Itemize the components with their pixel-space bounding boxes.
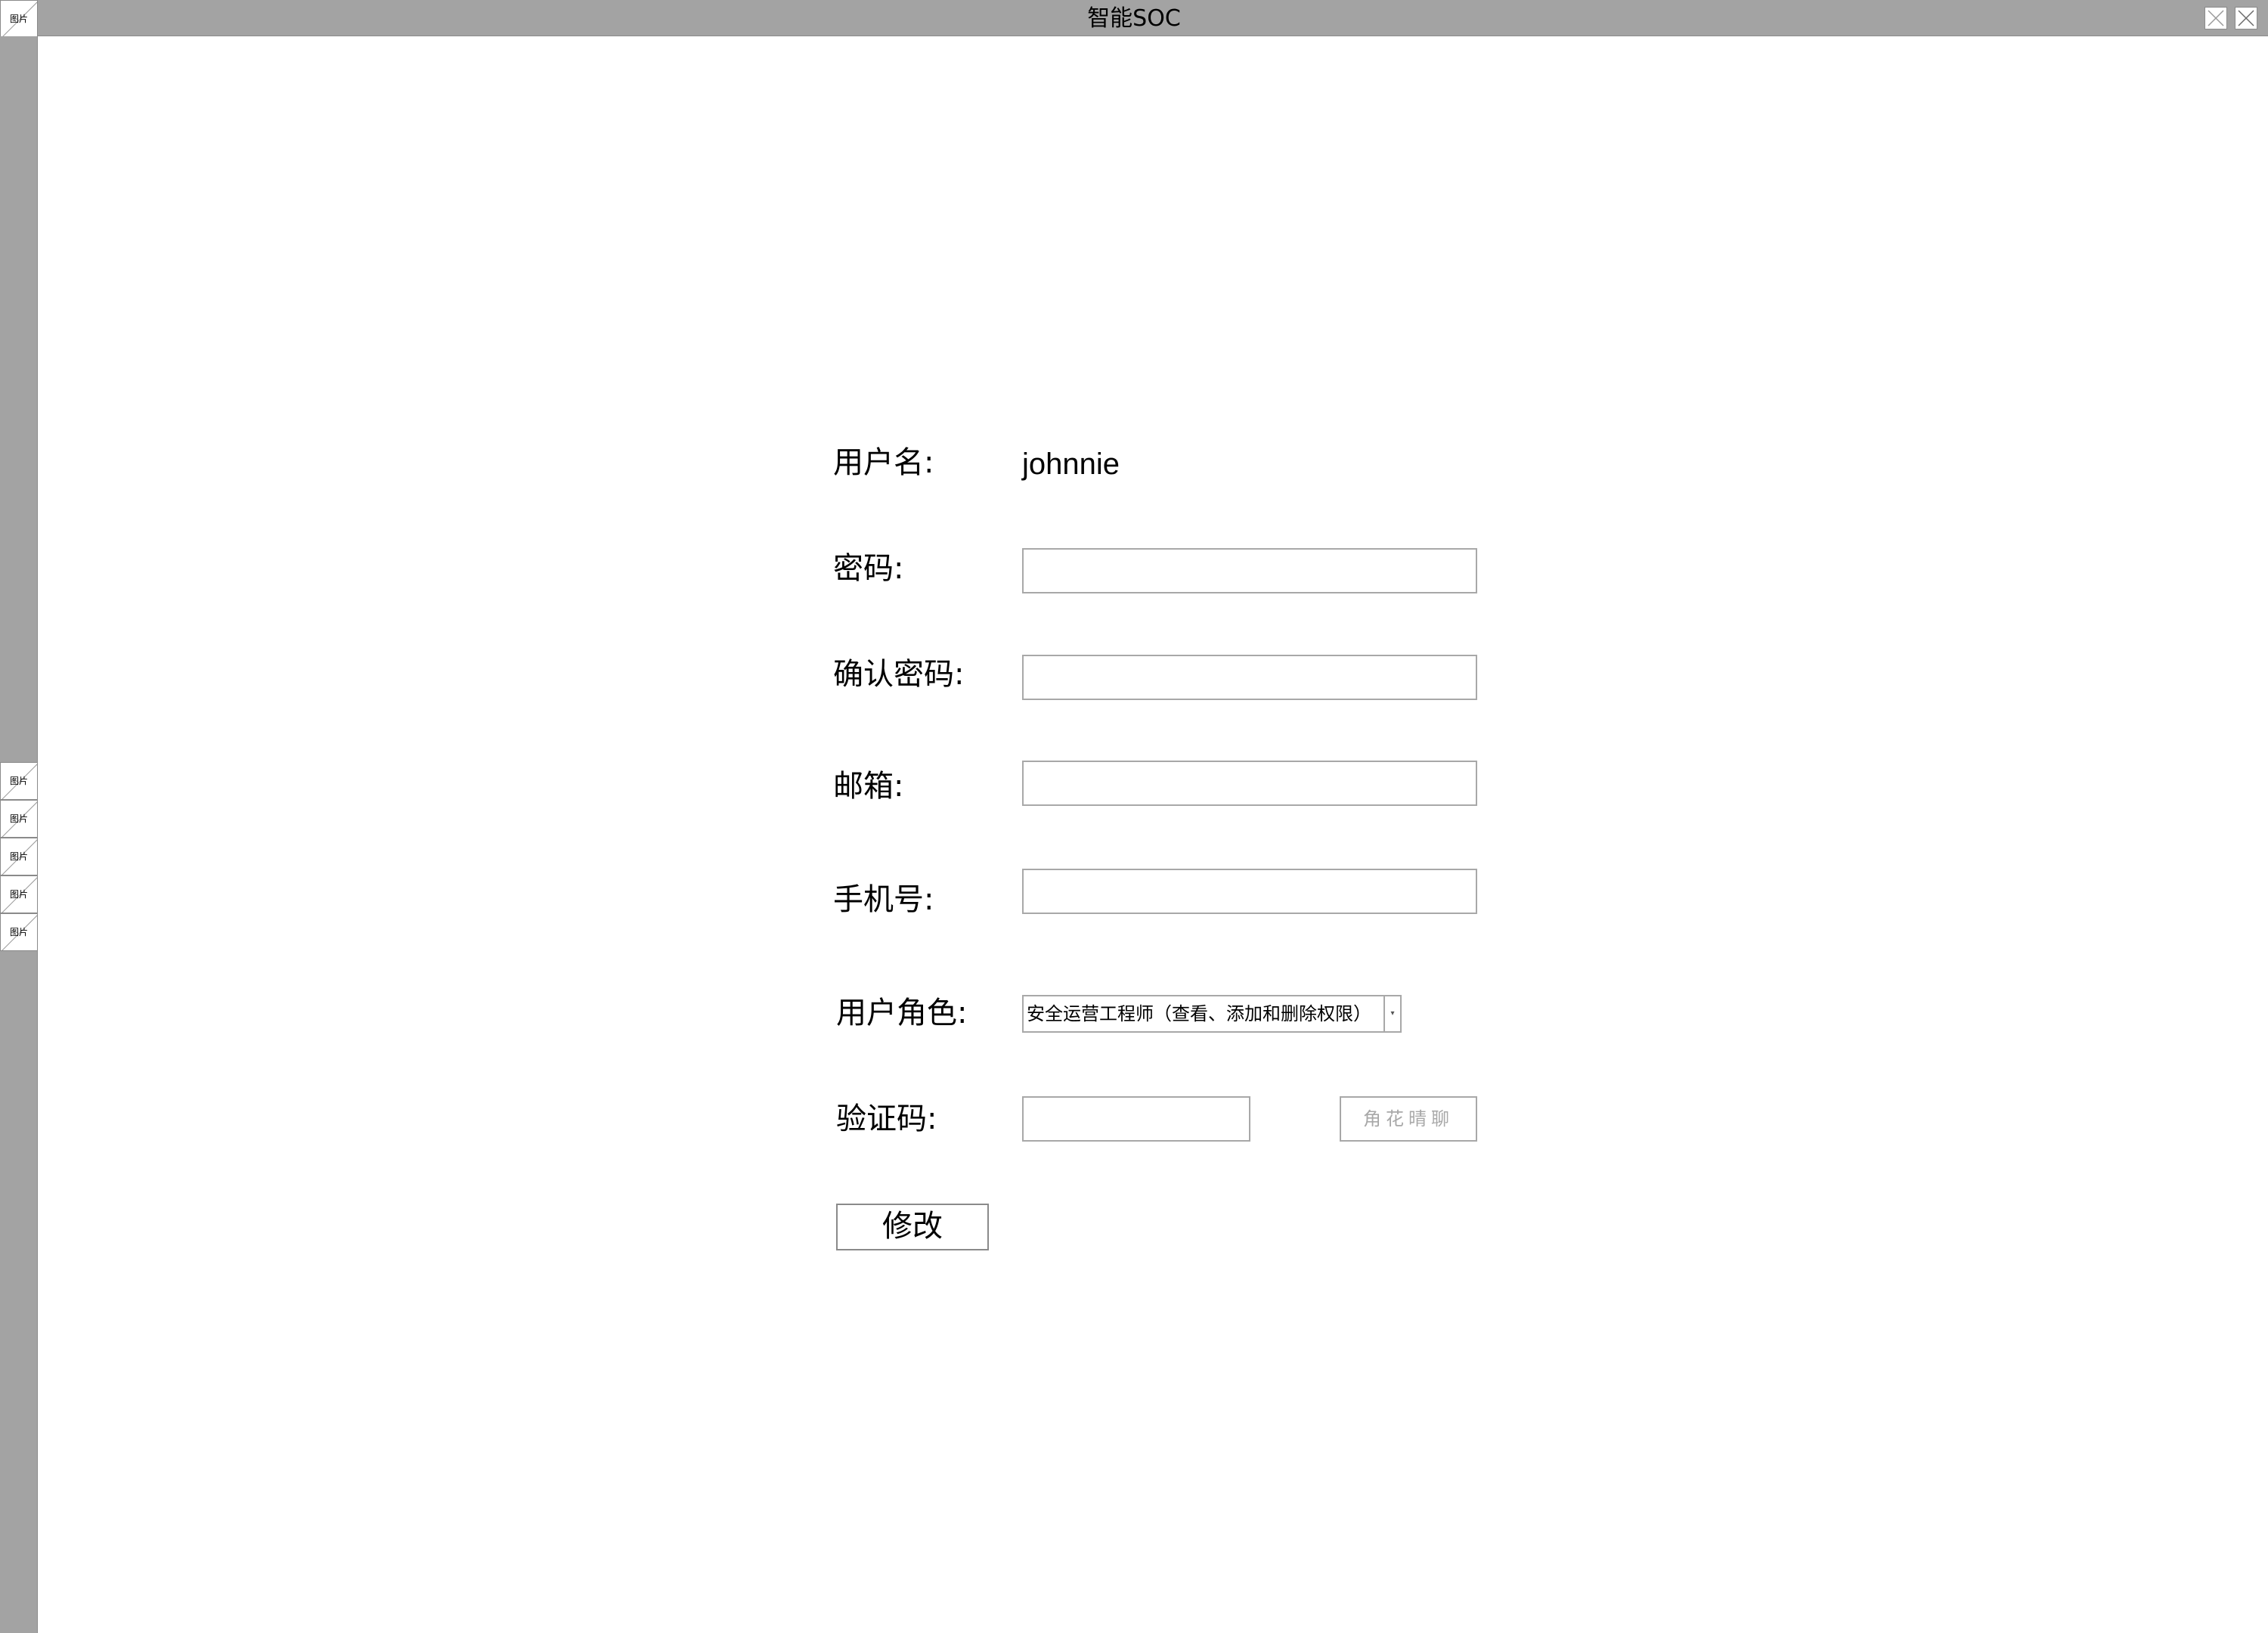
username-label: 用户名: bbox=[833, 445, 934, 480]
sidebar-item-1[interactable]: 图片 bbox=[0, 762, 38, 800]
password-label: 密码: bbox=[833, 551, 904, 586]
phone-input[interactable] bbox=[1022, 869, 1477, 914]
password-input[interactable] bbox=[1022, 548, 1477, 593]
role-label: 用户角色: bbox=[836, 996, 968, 1030]
sidebar-item-label: 图片 bbox=[9, 927, 28, 937]
email-input[interactable] bbox=[1022, 761, 1477, 806]
title-bar: 图片 智能SOC bbox=[0, 0, 2268, 38]
chevron-down-icon[interactable]: ▾ bbox=[1383, 996, 1400, 1031]
sidebar-item-label: 图片 bbox=[9, 813, 28, 824]
close-image-icon bbox=[2208, 10, 2224, 26]
captcha-image[interactable]: 角花晴聊 bbox=[1340, 1096, 1477, 1142]
confirm-password-input[interactable] bbox=[1022, 655, 1477, 700]
sidebar-item-label: 图片 bbox=[9, 776, 28, 786]
sidebar-item-label: 图片 bbox=[9, 889, 28, 900]
left-sidebar: 图片 图片 图片 图片 图片 bbox=[0, 36, 38, 1633]
sidebar-item-3[interactable]: 图片 bbox=[0, 838, 38, 875]
sidebar-item-label: 图片 bbox=[9, 851, 28, 862]
close-icon bbox=[2238, 10, 2254, 26]
sidebar-item-2[interactable]: 图片 bbox=[0, 800, 38, 838]
sidebar-item-4[interactable]: 图片 bbox=[0, 875, 38, 913]
username-value: johnnie bbox=[1022, 448, 1120, 481]
sidebar-item-5[interactable]: 图片 bbox=[0, 913, 38, 951]
phone-label: 手机号: bbox=[833, 882, 934, 917]
captcha-label: 验证码: bbox=[836, 1102, 937, 1136]
captcha-input[interactable] bbox=[1022, 1096, 1250, 1142]
minimize-button[interactable] bbox=[2204, 7, 2227, 29]
role-select[interactable]: 安全运营工程师（查看、添加和删除权限） ▾ bbox=[1022, 995, 1402, 1033]
submit-button[interactable]: 修改 bbox=[836, 1204, 989, 1250]
window-title: 智能SOC bbox=[1087, 5, 1181, 32]
close-button[interactable] bbox=[2235, 7, 2257, 29]
app-window: 图片 智能SOC 图片 图片 图片 图片 图片 用户名: johnnie 密码:… bbox=[0, 0, 2268, 1633]
role-selected-value: 安全运营工程师（查看、添加和删除权限） bbox=[1027, 1003, 1371, 1024]
confirm-password-label: 确认密码: bbox=[833, 657, 965, 692]
email-label: 邮箱: bbox=[833, 769, 904, 804]
